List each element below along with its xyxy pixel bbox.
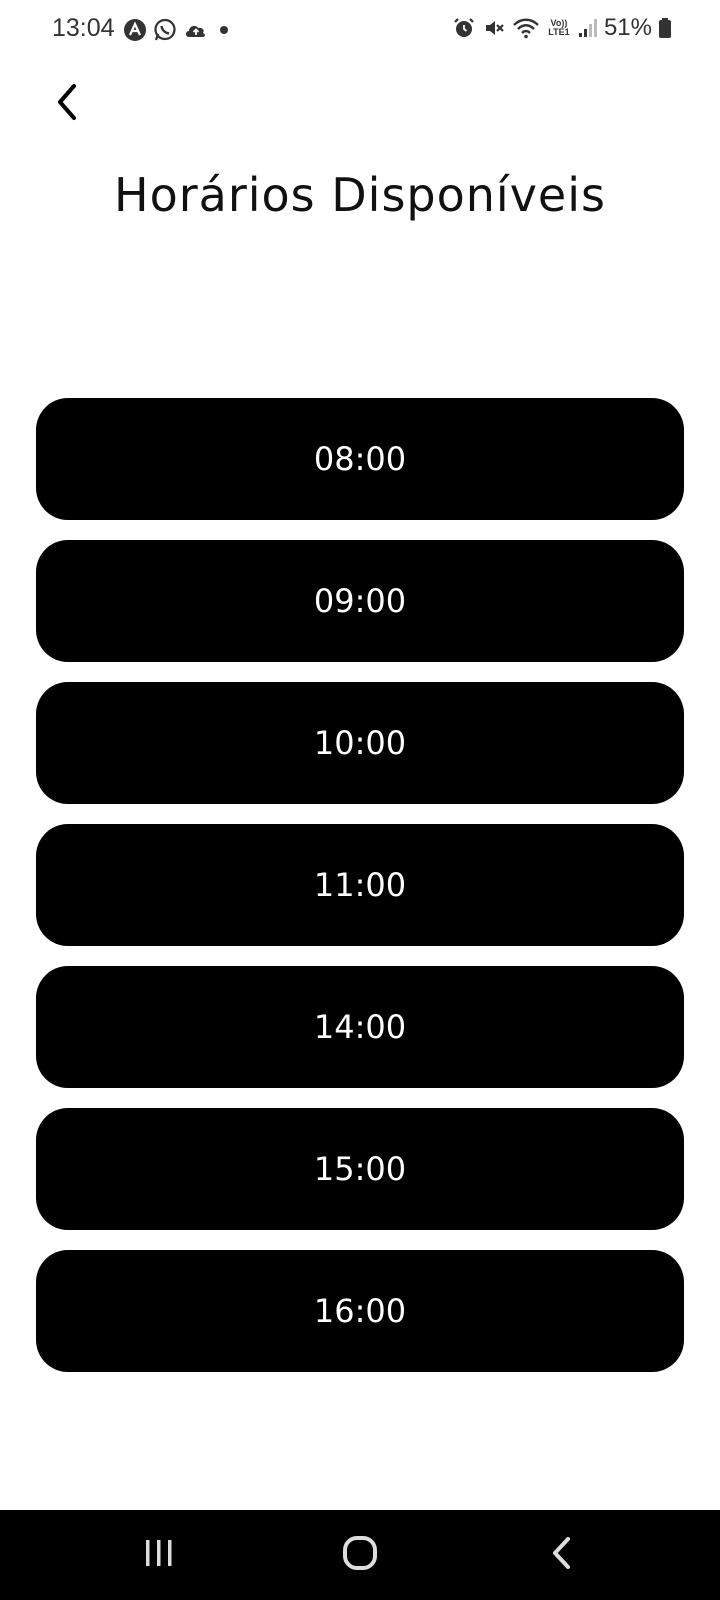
- time-slot-button[interactable]: 09:00: [36, 540, 684, 662]
- network-label: LTE1: [548, 27, 570, 37]
- time-slot-button[interactable]: 10:00: [36, 682, 684, 804]
- page-title: Horários Disponíveis: [114, 168, 606, 222]
- cloud-upload-icon: [183, 18, 209, 42]
- home-button[interactable]: [300, 1510, 420, 1600]
- status-right-icons: Vo)) LTE1 51%: [452, 14, 672, 42]
- status-left-icons: [123, 18, 233, 42]
- app-a-icon: [123, 18, 147, 42]
- volte-icon: Vo)) LTE1: [546, 19, 572, 37]
- recents-button[interactable]: [99, 1510, 219, 1600]
- status-time: 13:04: [52, 14, 115, 42]
- whatsapp-icon: [153, 18, 177, 42]
- time-slot-button[interactable]: 15:00: [36, 1108, 684, 1230]
- dot-icon: [215, 18, 233, 42]
- time-slot-button[interactable]: 14:00: [36, 966, 684, 1088]
- home-icon: [340, 1533, 380, 1577]
- back-icon: [548, 1533, 576, 1577]
- mute-icon: [482, 16, 506, 40]
- chevron-left-icon: [52, 82, 80, 126]
- battery-percent: 51%: [603, 14, 652, 41]
- status-bar: 13:04 Vo)) LTE1 51%: [0, 0, 720, 62]
- time-slot-button[interactable]: 11:00: [36, 824, 684, 946]
- battery-icon: [658, 16, 672, 40]
- time-slot-button[interactable]: 16:00: [36, 1250, 684, 1372]
- signal-icon: [578, 16, 598, 40]
- time-slot-button[interactable]: 08:00: [36, 398, 684, 520]
- wifi-icon: [512, 16, 540, 40]
- time-slot-list: 08:00 09:00 10:00 11:00 14:00 15:00 16:0…: [36, 398, 684, 1392]
- recents-icon: [142, 1537, 176, 1573]
- alarm-icon: [452, 16, 476, 40]
- nav-back-button[interactable]: [502, 1510, 622, 1600]
- back-button[interactable]: [44, 82, 88, 126]
- navigation-bar: [0, 1510, 720, 1600]
